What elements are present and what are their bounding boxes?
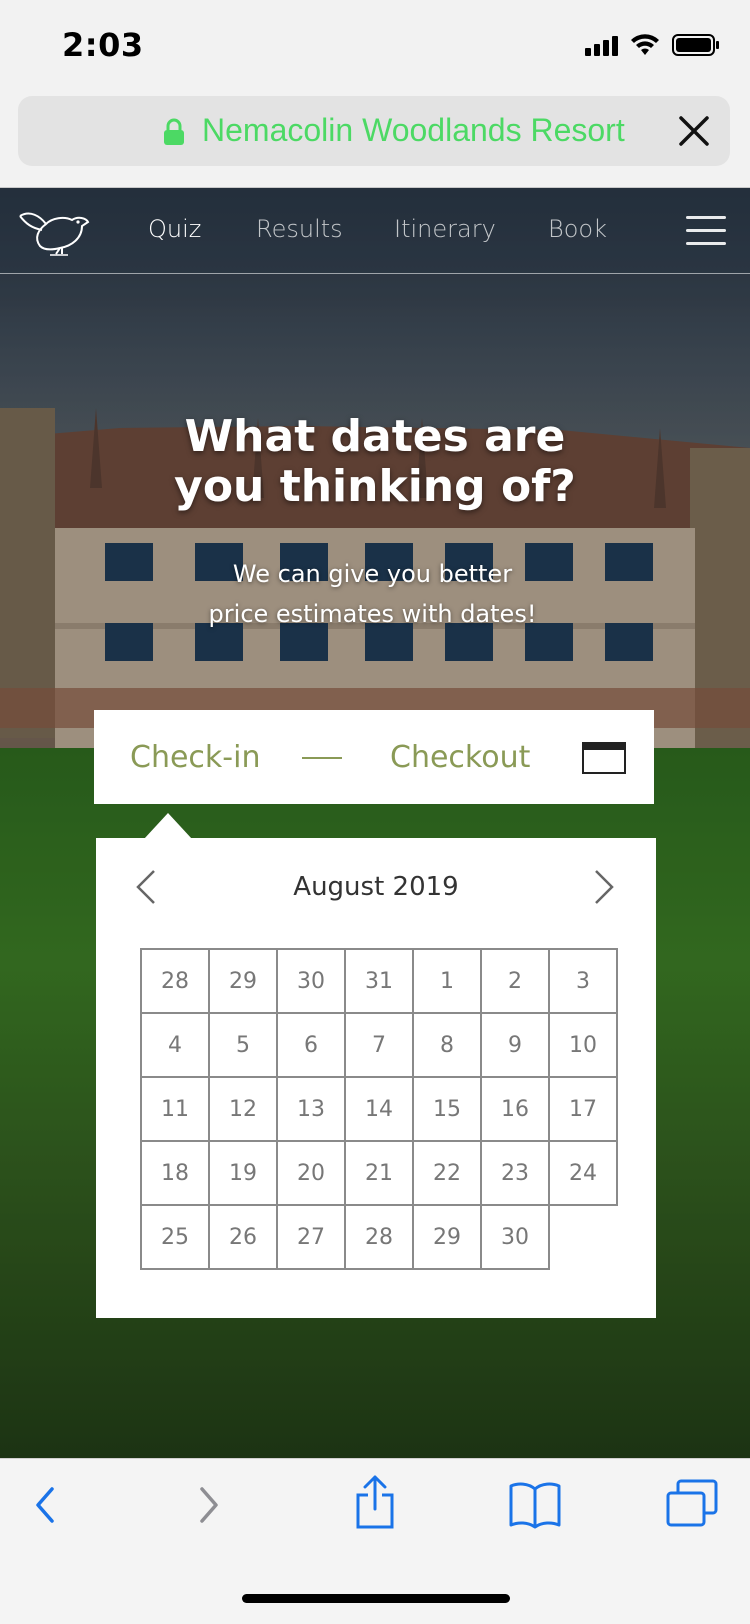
calendar-day[interactable]: 17 [548,1076,618,1142]
calendar-day[interactable]: 24 [548,1140,618,1206]
close-icon[interactable] [676,113,712,149]
calendar-day[interactable]: 6 [276,1012,346,1078]
lock-icon [164,118,184,145]
calendar-week: 4 5 6 7 8 9 10 [140,1012,618,1078]
calendar-day[interactable]: 18 [140,1140,210,1206]
calendar-day[interactable]: 27 [276,1204,346,1270]
hero-subtitle-line-2: price estimates with dates! [208,600,537,628]
site-nav: Quiz Results Itinerary Book [0,188,750,274]
checkout-field[interactable]: Checkout [390,740,530,775]
site-name[interactable]: Nemacolin Woodlands Resort [202,112,625,149]
browser-address-area: Nemacolin Woodlands Resort [0,88,750,188]
calendar-day[interactable]: 19 [208,1140,278,1206]
tabs-icon[interactable] [664,1477,720,1529]
calendar-week: 11 12 13 14 15 16 17 [140,1076,618,1142]
calendar-day[interactable]: 26 [208,1204,278,1270]
calendar-grid: 28 29 30 31 1 2 3 4 5 6 7 8 9 10 11 12 1… [140,948,618,1270]
calendar-week: 28 29 30 31 1 2 3 [140,948,618,1014]
calendar-day[interactable]: 30 [276,948,346,1014]
calendar-day[interactable]: 29 [208,948,278,1014]
calendar-day[interactable]: 20 [276,1140,346,1206]
address-bar[interactable]: Nemacolin Woodlands Resort [18,96,730,166]
hero-subtitle: We can give you better price estimates w… [0,554,745,634]
wifi-icon [631,34,659,55]
web-page: Quiz Results Itinerary Book What dates a… [0,188,750,1458]
calendar-week: 18 19 20 21 22 23 24 [140,1140,618,1206]
hero-title-line-2: you thinking of? [174,461,576,512]
hero-title-line-1: What dates are [184,411,566,462]
status-icons [585,32,720,58]
calendar-day[interactable]: 31 [344,948,414,1014]
calendar-day[interactable]: 25 [140,1204,210,1270]
checkin-field[interactable]: Check-in [130,740,260,775]
nav-item-book[interactable]: Book [548,215,607,243]
hero-subtitle-line-1: We can give you better [232,560,513,588]
calendar-day[interactable]: 1 [412,948,482,1014]
hamburger-menu-icon[interactable] [686,216,726,246]
calendar-day[interactable]: 22 [412,1140,482,1206]
calendar-day[interactable]: 4 [140,1012,210,1078]
share-icon[interactable] [354,1473,396,1531]
nav-item-quiz[interactable]: Quiz [148,215,201,243]
calendar-day[interactable]: 10 [548,1012,618,1078]
calendar-day[interactable]: 8 [412,1012,482,1078]
calendar-day[interactable]: 15 [412,1076,482,1142]
calendar-day[interactable]: 28 [140,948,210,1014]
calendar-day[interactable]: 14 [344,1076,414,1142]
nav-item-results[interactable]: Results [256,215,343,243]
date-range-input[interactable]: Check-in Checkout [94,710,654,804]
date-separator [302,757,342,759]
calendar-day[interactable]: 13 [276,1076,346,1142]
calendar-day[interactable]: 12 [208,1076,278,1142]
calendar-day[interactable]: 23 [480,1140,550,1206]
calendar-month-label: August 2019 [293,872,459,902]
calendar-day[interactable]: 11 [140,1076,210,1142]
battery-icon [672,34,719,56]
calendar-day[interactable]: 30 [480,1204,550,1270]
calendar-day[interactable]: 9 [480,1012,550,1078]
bird-logo-icon[interactable] [16,208,92,258]
calendar-day-empty [549,1205,617,1269]
calendar-day[interactable]: 21 [344,1140,414,1206]
calendar-day[interactable]: 2 [480,948,550,1014]
calendar-day[interactable]: 3 [548,948,618,1014]
status-bar: 2:03 [0,0,750,88]
chevron-right-icon[interactable] [590,868,618,906]
signal-icon [585,34,618,56]
calendar-day[interactable]: 29 [412,1204,482,1270]
calendar-day[interactable]: 7 [344,1012,414,1078]
calendar-day[interactable]: 16 [480,1076,550,1142]
nav-item-itinerary[interactable]: Itinerary [394,215,496,243]
hero-title: What dates are you thinking of? [0,412,750,512]
calendar-icon[interactable] [582,742,626,774]
calendar-week: 25 26 27 28 29 30 [140,1204,617,1270]
back-icon[interactable] [30,1483,58,1527]
calendar-day[interactable]: 28 [344,1204,414,1270]
forward-icon[interactable] [196,1483,224,1527]
calendar-popup: August 2019 28 29 30 31 1 2 3 4 5 6 7 8 … [96,838,656,1318]
calendar-pointer [144,813,192,839]
calendar-day[interactable]: 5 [208,1012,278,1078]
bookmarks-icon[interactable] [508,1479,562,1529]
home-indicator[interactable] [242,1594,510,1603]
status-time: 2:03 [62,26,144,64]
